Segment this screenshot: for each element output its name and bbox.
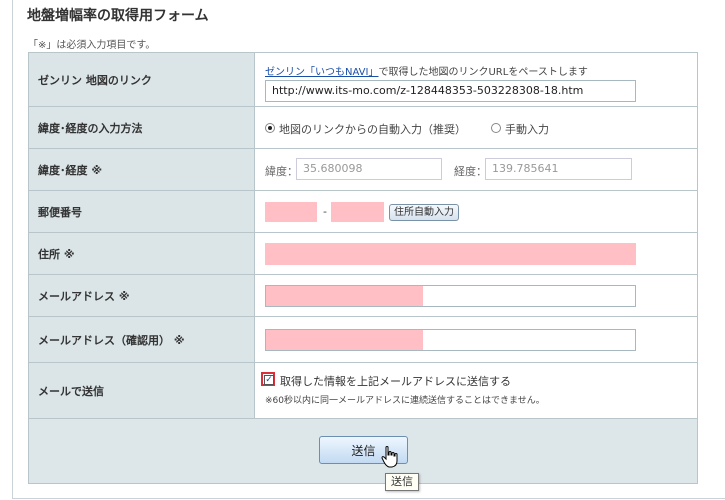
address-input[interactable] <box>265 243 636 265</box>
email-field-fill <box>266 286 423 306</box>
row-latlng: 緯度･経度 ※ 緯度： 35.680098 経度： 139.785641 <box>29 149 697 191</box>
check-icon: ✓ <box>264 375 274 385</box>
lng-label: 経度： <box>454 165 487 178</box>
row-postal: 郵便番号 - 住所自動入力 <box>29 191 697 233</box>
zenrin-navi-link[interactable]: ゼンリン「いつもNAVI」 <box>265 67 378 78</box>
map-url-input[interactable]: http://www.its-mo.com/z-128448353-503228… <box>265 80 636 102</box>
row-send-mail: メールで送信 ✓ 取得した情報を上記メールアドレスに送信する ※60秒以内に同一… <box>29 363 697 419</box>
send-mail-checkbox[interactable]: ✓ <box>261 372 275 386</box>
submit-tooltip: 送信 <box>385 473 419 491</box>
map-link-help: ゼンリン「いつもNAVI」で取得した地図のリンクURLをペーストします <box>265 63 588 78</box>
form-table: ゼンリン 地図のリンク ゼンリン「いつもNAVI」で取得した地図のリンクURLを… <box>28 52 698 484</box>
label-send-mail: メールで送信 <box>29 363 255 418</box>
row-input-method: 緯度･経度の入力方法 地図のリンクからの自動入力（推奨） 手動入力 <box>29 107 697 149</box>
label-postal: 郵便番号 <box>29 191 255 232</box>
label-map-link: ゼンリン 地図のリンク <box>29 53 255 106</box>
radio-manual-input[interactable] <box>491 123 501 133</box>
row-map-link: ゼンリン 地図のリンク ゼンリン「いつもNAVI」で取得した地図のリンクURLを… <box>29 53 697 107</box>
address-autofill-button[interactable]: 住所自動入力 <box>389 204 459 221</box>
postal-code-first-input[interactable] <box>265 202 317 222</box>
send-mail-note: ※60秒以内に同一メールアドレスに連続送信することはできません。 <box>265 396 545 406</box>
email-confirm-field-fill <box>266 330 423 350</box>
row-address: 住所 ※ <box>29 233 697 275</box>
label-email: メールアドレス ※ <box>29 275 255 316</box>
email-input[interactable] <box>265 285 636 307</box>
hand-cursor-icon <box>381 446 398 468</box>
label-address: 住所 ※ <box>29 233 255 274</box>
label-input-method: 緯度･経度の入力方法 <box>29 107 255 148</box>
label-latlng: 緯度･経度 ※ <box>29 149 255 190</box>
postal-code-second-input[interactable] <box>331 202 384 222</box>
row-email-confirm: メールアドレス（確認用） ※ <box>29 317 697 363</box>
map-link-help-text: で取得した地図のリンクURLをペーストします <box>378 67 588 78</box>
email-confirm-input[interactable] <box>265 329 636 351</box>
required-note: 「※」は必須入力項目です。 <box>28 40 156 51</box>
row-email: メールアドレス ※ <box>29 275 697 317</box>
radio-manual-label: 手動入力 <box>505 123 549 136</box>
page-title: 地盤増幅率の取得用フォーム <box>27 8 209 24</box>
radio-auto-label: 地図のリンクからの自動入力（推奨） <box>279 123 466 136</box>
label-email-confirm: メールアドレス（確認用） ※ <box>29 317 255 362</box>
latitude-input[interactable]: 35.680098 <box>296 158 442 180</box>
lat-label: 緯度： <box>265 165 298 178</box>
radio-auto-input[interactable] <box>265 123 275 133</box>
longitude-input[interactable]: 139.785641 <box>485 158 632 180</box>
send-mail-checkbox-label: 取得した情報を上記メールアドレスに送信する <box>280 375 511 388</box>
postal-separator: - <box>323 205 327 218</box>
